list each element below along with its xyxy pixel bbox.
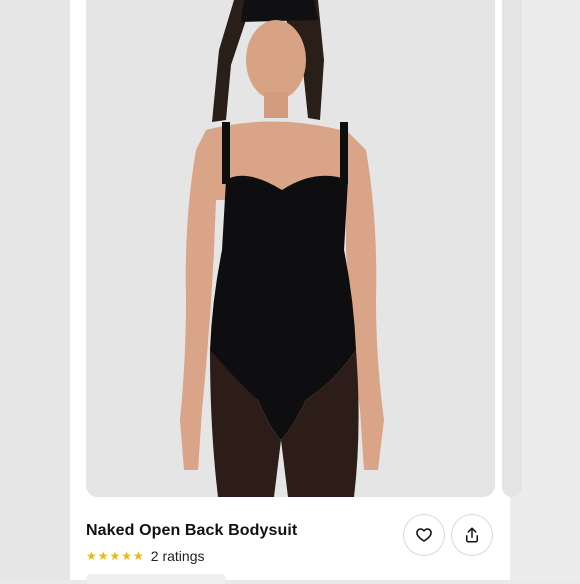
- product-photo: [86, 0, 495, 497]
- share-button[interactable]: [451, 514, 493, 556]
- bottom-pill: [86, 574, 226, 584]
- rating-stars: ★★★★★: [86, 549, 145, 563]
- left-background: [0, 0, 70, 580]
- rating-count: 2 ratings: [150, 548, 205, 564]
- heart-icon: [416, 528, 432, 542]
- next-image-card[interactable]: [502, 0, 522, 497]
- product-info: Naked Open Back Bodysuit: [86, 522, 297, 540]
- product-image[interactable]: [86, 0, 495, 497]
- favorite-button[interactable]: [403, 514, 445, 556]
- rating-row[interactable]: ★★★★★ 2 ratings: [86, 548, 205, 564]
- share-icon: [466, 527, 478, 543]
- product-title: Naked Open Back Bodysuit: [86, 522, 298, 539]
